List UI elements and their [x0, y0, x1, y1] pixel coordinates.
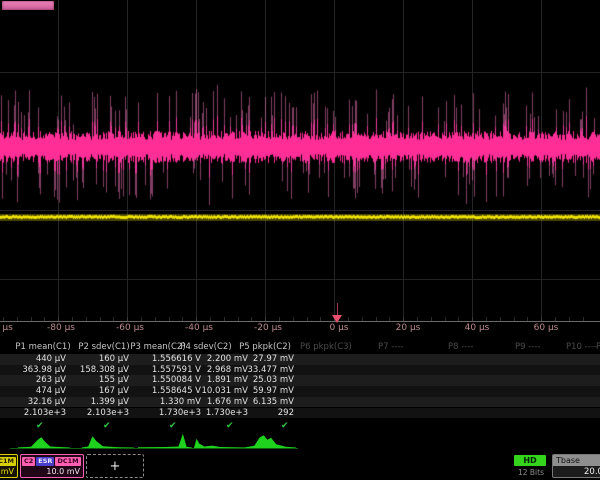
- histicon[interactable]: [138, 434, 192, 448]
- measurement-cell: 59.97 mV: [253, 386, 294, 397]
- measurement-cell: 2.200 mV: [207, 354, 248, 365]
- channel-c1-descriptor[interactable]: DC1M 0 mV: [0, 454, 18, 478]
- time-axis-label: 60 µs: [534, 323, 559, 333]
- measurement-cell: 158.308 µV: [80, 365, 129, 376]
- c2-volts-per-div: 10.0 mV: [46, 467, 80, 476]
- measurement-row-min: 263 µV 155 µV 1.550084 V 1.891 mV 25.03 mV: [0, 375, 600, 386]
- measurement-cell: 32.16 µV: [28, 397, 66, 408]
- status-check-icon: ✔: [226, 421, 234, 431]
- measurement-cell: 6.135 mV: [253, 397, 294, 408]
- measurement-row-max: 474 µV 167 µV 1.558645 V10.031 mV 59.97 mV: [0, 386, 600, 397]
- channel-c2-descriptor[interactable]: C2 ESR DC1M 10.0 mV: [20, 454, 84, 478]
- bit-depth-label: 12 Bits: [515, 468, 547, 477]
- c2-label-badge: C2: [22, 457, 35, 466]
- histicon[interactable]: [18, 437, 70, 448]
- measurement-cell: 10.031 mV: [201, 386, 248, 397]
- measurement-cell: 160 µV: [99, 354, 129, 365]
- time-axis-line: [0, 321, 600, 322]
- oscilloscope-screen: -100 µs -80 µs -60 µs -40 µs -20 µs 0 µs 20 µs…: [0, 0, 600, 480]
- time-axis-label: -60 µs: [116, 323, 144, 333]
- measurement-cell: 25.03 mV: [253, 375, 294, 386]
- measurement-cell: 1.556616 V: [152, 354, 201, 365]
- timebase-descriptor[interactable]: Tbase 20.0: [552, 454, 600, 478]
- measurement-cell: 440 µV: [36, 354, 66, 365]
- measurement-cell: 1.730e+3: [159, 408, 201, 419]
- measurement-cell: 155 µV: [99, 375, 129, 386]
- parameter-header-unused[interactable]: P6 pkpk(C3): [300, 342, 352, 353]
- status-check-icon: ✔: [169, 421, 177, 431]
- parameter-header-unused[interactable]: P9 ----: [515, 342, 541, 353]
- histicon[interactable]: [82, 436, 134, 448]
- parameter-header[interactable]: P2 sdev(C1): [78, 342, 129, 353]
- c2-esr-badge: ESR: [36, 457, 54, 466]
- measurement-cell: 474 µV: [36, 386, 66, 397]
- measurement-cell: 2.103e+3: [24, 408, 66, 419]
- measurement-cell: 1.676 mV: [207, 397, 248, 408]
- parameter-header-unused[interactable]: P7 ----: [378, 342, 404, 353]
- time-axis-label: 20 µs: [396, 323, 421, 333]
- parameter-header[interactable]: P4 sdev(C2): [180, 342, 231, 353]
- time-axis-labels: -100 µs -80 µs -60 µs -40 µs -20 µs 0 µs 20 µs…: [0, 323, 600, 338]
- measurement-cell: 1.330 mV: [160, 397, 201, 408]
- parameter-header[interactable]: P3 mean(C2): [130, 342, 185, 353]
- parameter-header-unused[interactable]: P8 ----: [448, 342, 474, 353]
- measurement-cell: 1.550084 V: [152, 375, 201, 386]
- parameter-header[interactable]: P1 mean(C1): [15, 342, 70, 353]
- histicon[interactable]: [244, 435, 296, 448]
- measurement-cell: 2.968 mV: [207, 365, 248, 376]
- add-trace-button[interactable]: +: [86, 454, 144, 478]
- channel-descriptor-strip: DC1M 0 mV C2 ESR DC1M 10.0 mV + HD 12 Bi…: [0, 452, 600, 480]
- timebase-value: 20.0: [553, 466, 600, 478]
- histicon[interactable]: [194, 439, 246, 448]
- top-left-pink-badge: [2, 1, 54, 10]
- measurement-row-value: 440 µV 160 µV 1.556616 V 2.200 mV 27.97 mV: [0, 354, 600, 365]
- measurement-cell: 167 µV: [99, 386, 129, 397]
- parameter-histicons: [0, 431, 600, 452]
- c1-coupling-badge: DC1M: [0, 457, 16, 466]
- measurement-cell: 363.98 µV: [22, 365, 66, 376]
- measurement-cell: 2.103e+3: [87, 408, 129, 419]
- c2-coupling-badge: DC1M: [55, 457, 80, 466]
- measurement-cell: 33.477 mV: [247, 365, 294, 376]
- measurement-cell: 292: [278, 408, 294, 419]
- time-axis-label: 0 µs: [329, 323, 348, 333]
- measurement-cell: 1.891 mV: [207, 375, 248, 386]
- status-check-icon: ✔: [281, 421, 289, 431]
- parameter-header-unused[interactable]: P10 ----: [566, 342, 597, 353]
- measurement-cell: 1.730e+3: [206, 408, 248, 419]
- measurement-row-mean: 363.98 µV 158.308 µV 1.557591 V 2.968 mV33.…: [0, 365, 600, 376]
- time-axis-label: -40 µs: [185, 323, 213, 333]
- time-axis-label: -100 µs: [0, 323, 13, 333]
- time-axis-label: 40 µs: [465, 323, 490, 333]
- measurement-cell: 1.399 µV: [91, 397, 129, 408]
- plus-icon: +: [110, 459, 121, 474]
- trigger-position-marker[interactable]: [332, 315, 342, 323]
- time-axis-label: -80 µs: [47, 323, 75, 333]
- c1-volts-per-div: 0 mV: [0, 467, 14, 476]
- measurement-cell: 27.97 mV: [253, 354, 294, 365]
- measurement-cell: 1.557591 V: [152, 365, 201, 376]
- hd-mode-badge[interactable]: HD: [514, 455, 546, 466]
- waveform-traces: [0, 0, 600, 322]
- timebase-title: Tbase: [553, 455, 600, 466]
- parameter-header-unused[interactable]: P11: [596, 342, 600, 353]
- measurement-cell: 1.558645 V: [152, 386, 201, 397]
- status-check-icon: ✔: [103, 421, 111, 431]
- measurement-row-num: 2.103e+3 2.103e+3 1.730e+3 1.730e+3 292: [0, 408, 600, 419]
- measurement-cell: 263 µV: [36, 375, 66, 386]
- measure-table: P1 mean(C1) P2 sdev(C1)P3 mean(C2)P4 sdev…: [0, 340, 600, 432]
- parameter-header[interactable]: P5 pkpk(C2): [239, 342, 291, 353]
- measurement-row-sdev: 32.16 µV 1.399 µV 1.330 mV 1.676 mV 6.135 mV: [0, 397, 600, 408]
- status-check-icon: ✔: [36, 421, 44, 431]
- time-axis-label: -20 µs: [254, 323, 282, 333]
